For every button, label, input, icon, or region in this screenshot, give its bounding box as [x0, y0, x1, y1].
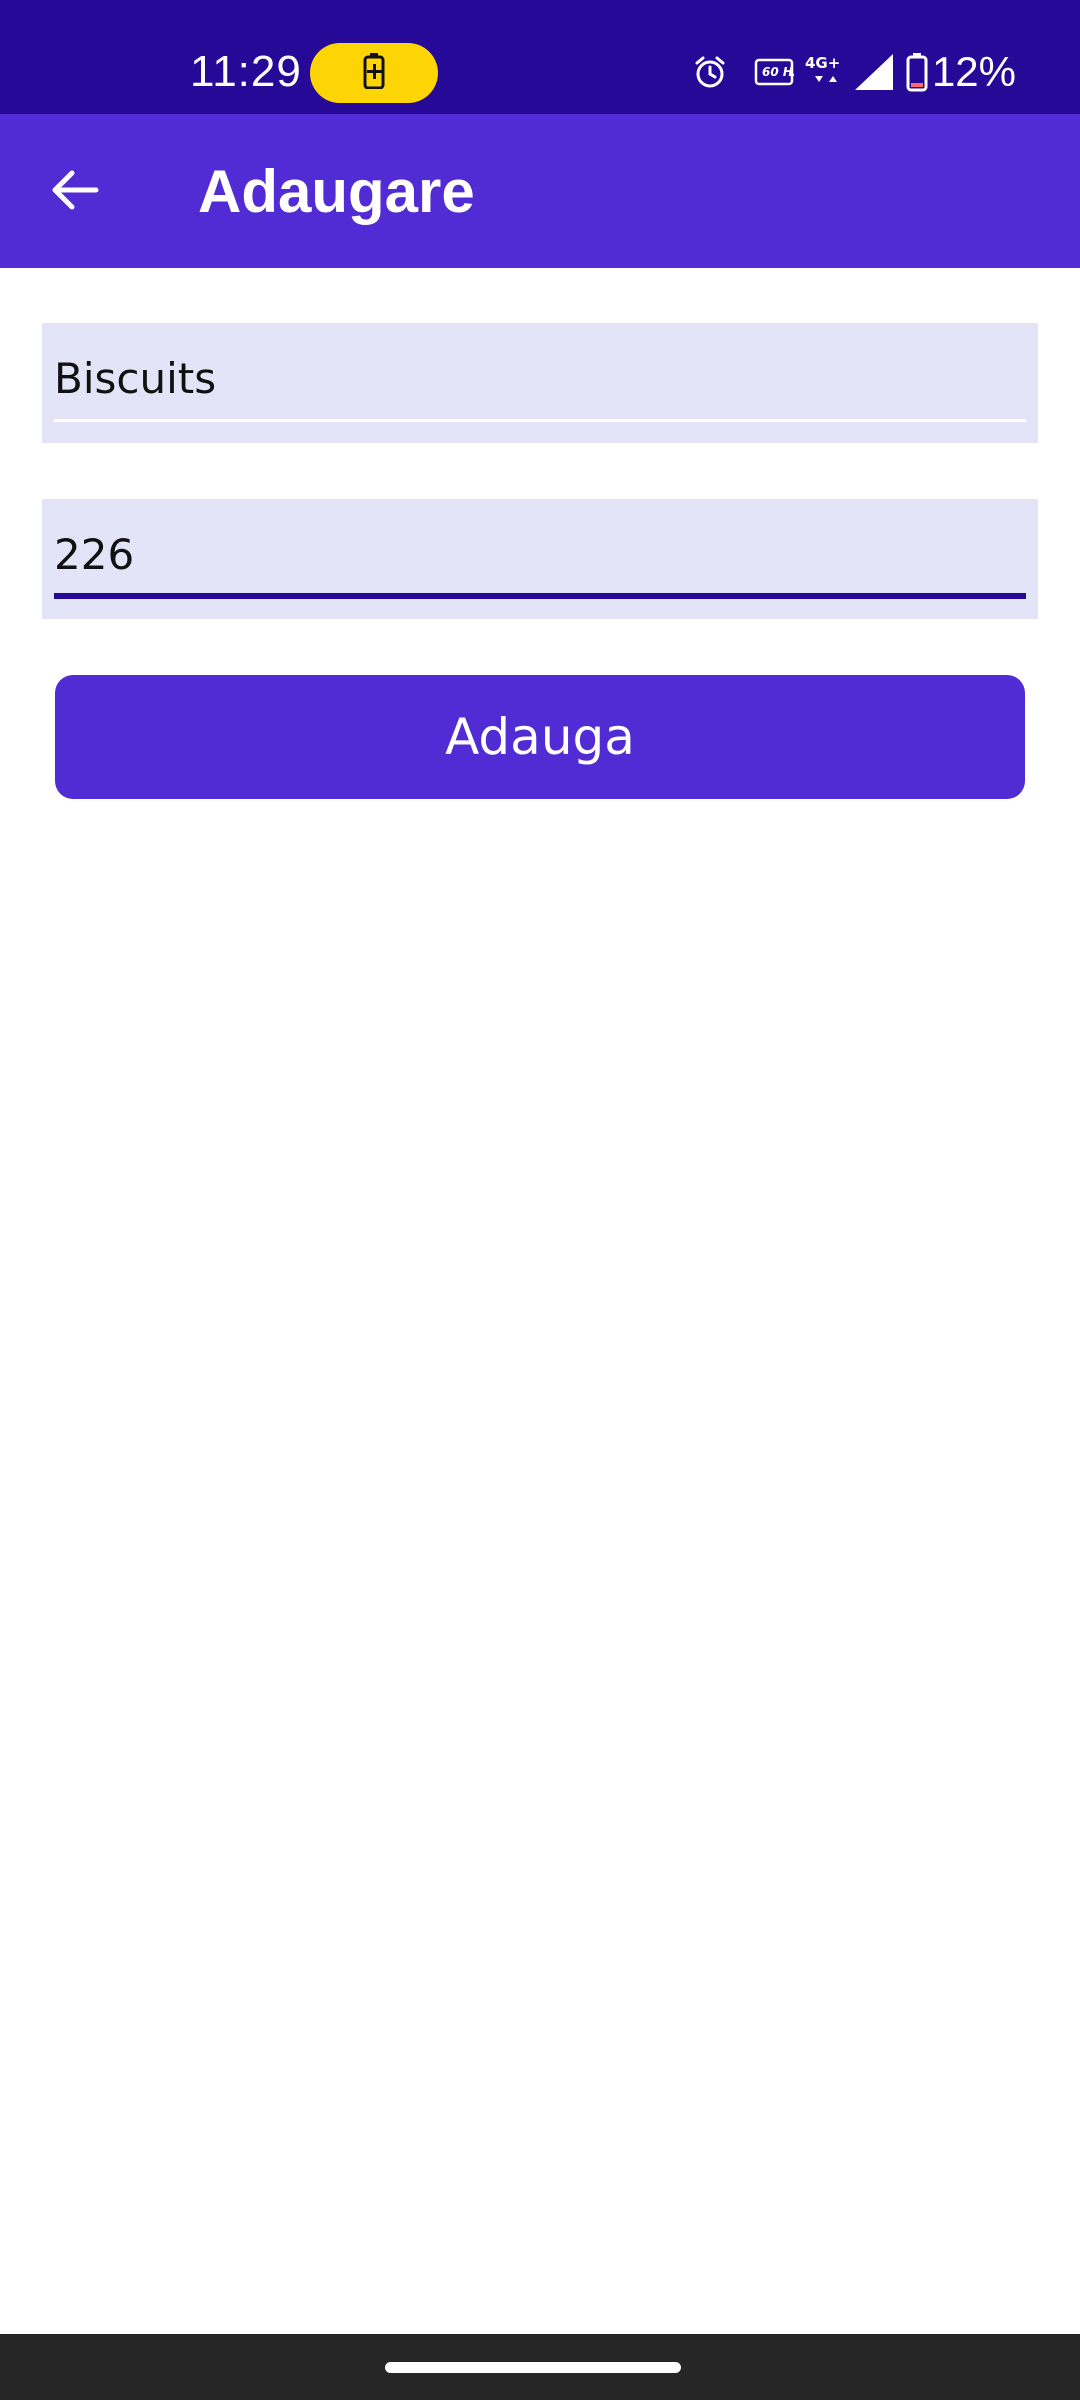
charging-indicator [310, 43, 438, 103]
status-bar: 11:29 60 Hz 4G+ [0, 0, 1080, 114]
name-input[interactable] [54, 323, 1026, 419]
quantity-field-underline [54, 593, 1026, 599]
quantity-field[interactable] [42, 499, 1038, 619]
app-bar: Adaugare [0, 114, 1080, 268]
signal-icon [850, 44, 898, 100]
charging-icon [363, 53, 385, 93]
arrow-left-icon [50, 168, 100, 216]
add-button[interactable]: Adauga [55, 675, 1025, 799]
battery-percentage: 12% [931, 48, 1016, 95]
system-nav-bar [0, 2334, 1080, 2400]
page-title: Adaugare [198, 158, 475, 225]
refresh-rate-icon: 60 Hz [752, 44, 796, 100]
name-field[interactable] [42, 323, 1038, 443]
network-label: 4G+ [805, 54, 840, 72]
quantity-input[interactable] [54, 499, 1026, 595]
back-button[interactable] [30, 150, 120, 234]
name-field-underline [54, 419, 1026, 422]
home-indicator[interactable] [385, 2362, 681, 2373]
battery-icon [904, 44, 930, 100]
refresh-rate-label: 60 Hz [762, 65, 794, 79]
status-icons: 60 Hz 4G+ [680, 44, 1080, 100]
status-time: 11:29 [190, 47, 302, 96]
network-4g-icon: 4G+ [802, 44, 850, 100]
alarm-icon [686, 44, 734, 100]
